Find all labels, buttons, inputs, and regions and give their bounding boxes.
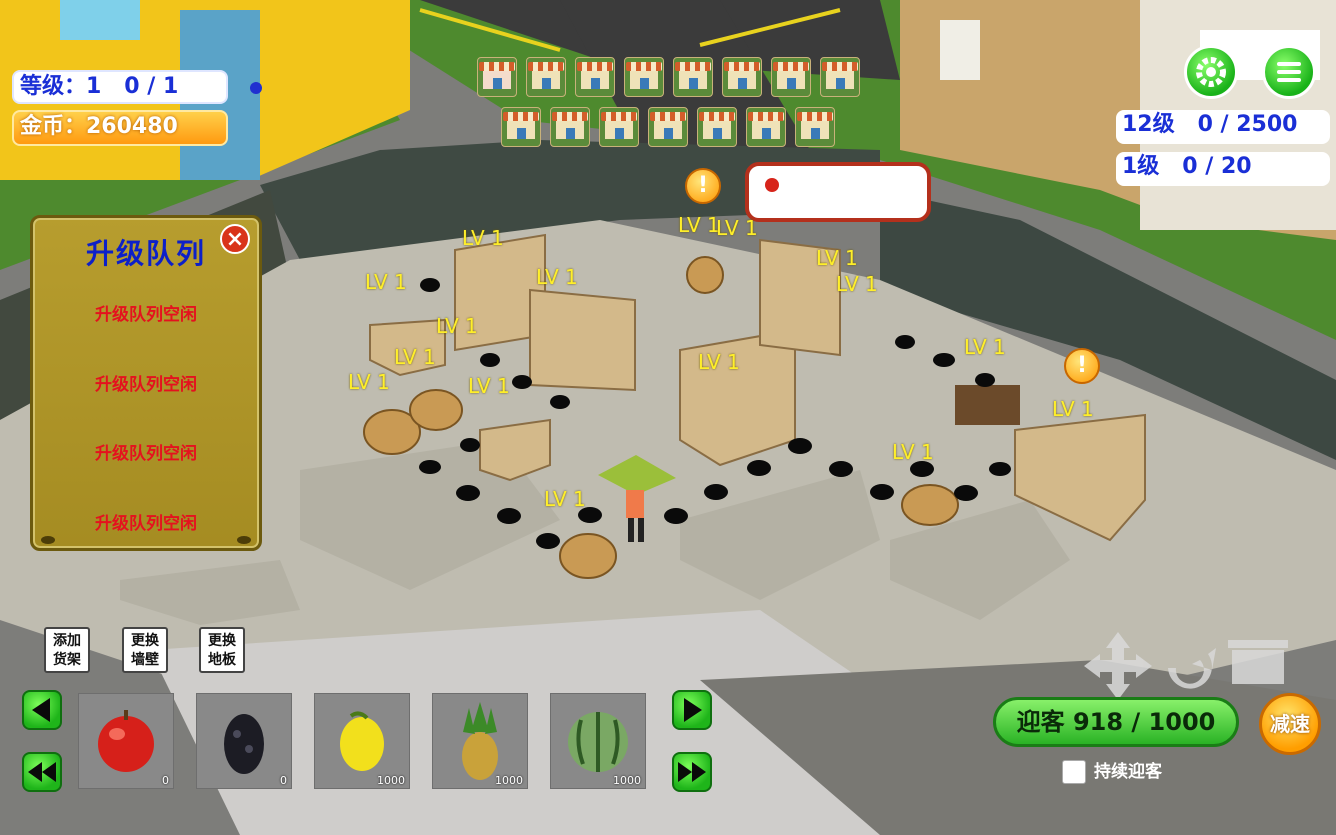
shelf-level-label: LV 1 <box>468 374 510 398</box>
shelf-level-label: LV 1 <box>462 226 504 250</box>
shop-stall-icon[interactable] <box>722 57 762 97</box>
close-icon[interactable]: × <box>220 224 250 254</box>
shop-stall-icon[interactable] <box>550 107 590 147</box>
shop-stall-icon[interactable] <box>820 57 860 97</box>
shelf-level-label: LV 1 <box>816 246 858 270</box>
apple-icon <box>765 178 779 192</box>
alert-icon[interactable]: ! <box>685 168 721 204</box>
queue-slot: 升级队列空闲 <box>95 444 197 464</box>
shop-stall-icon[interactable] <box>501 107 541 147</box>
level-indicator-dot <box>250 82 262 94</box>
welcome-customers-button[interactable]: 迎客 918 / 1000 <box>993 697 1239 747</box>
last-page-icon[interactable] <box>672 752 712 792</box>
queue-slot: 升级队列空闲 <box>95 305 197 325</box>
next-arrow-icon[interactable] <box>672 690 712 730</box>
fruit-slot-watermelon[interactable]: 1000 <box>550 693 646 789</box>
shop-stall-icon[interactable] <box>795 107 835 147</box>
first-page-icon[interactable] <box>22 752 62 792</box>
shop-stall-icon[interactable] <box>477 57 517 97</box>
fruit-slot-apple[interactable]: 0 <box>78 693 174 789</box>
shop-stall-icon[interactable] <box>673 57 713 97</box>
continuous-welcome-checkbox[interactable] <box>1062 760 1086 784</box>
shop-stall-icon[interactable] <box>599 107 639 147</box>
fruit-slot-pineapple[interactable]: 1000 <box>432 693 528 789</box>
fruit-count: 1000 <box>377 774 405 787</box>
queue-slot: 升级队列空闲 <box>95 375 197 395</box>
apple-icon <box>98 710 154 772</box>
shop-stall-icon[interactable] <box>771 57 811 97</box>
shelf-level-label: LV 1 <box>348 370 390 394</box>
fruit-count: 1000 <box>613 774 641 787</box>
blackberry-icon <box>224 714 264 774</box>
alert-icon[interactable]: ! <box>1064 348 1100 384</box>
request-bubble <box>745 162 931 222</box>
shelf-level-label: LV 1 <box>536 265 578 289</box>
shop-stall-icon[interactable] <box>624 57 664 97</box>
shop-stall-icon[interactable] <box>746 107 786 147</box>
panel-rivet <box>237 536 251 544</box>
fruit-count: 0 <box>162 774 169 787</box>
fruit-count: 0 <box>280 774 287 787</box>
shelf-level-label: LV 1 <box>678 213 720 237</box>
shelf-level-label: LV 1 <box>1052 397 1094 421</box>
shelf-level-label: LV 1 <box>892 440 934 464</box>
shop-stall-icon[interactable] <box>648 107 688 147</box>
queue-slot: 升级队列空闲 <box>95 514 197 534</box>
add-shelf-button[interactable]: 添加 货架 <box>44 627 90 673</box>
shelf-level-label: LV 1 <box>964 335 1006 359</box>
stat-level-12: 12级 0 / 2500 <box>1116 110 1330 144</box>
continuous-welcome-label: 持续迎客 <box>1094 762 1162 782</box>
level-display: 等级：1 0 / 1 <box>12 70 228 104</box>
settings-gear-icon[interactable] <box>1184 45 1238 99</box>
shop-stall-icon[interactable] <box>526 57 566 97</box>
shelf-level-label: LV 1 <box>394 345 436 369</box>
shelf-level-label: LV 1 <box>836 272 878 296</box>
fruit-slot-lemon[interactable]: 1000 <box>314 693 410 789</box>
shelf-level-label: LV 1 <box>716 216 758 240</box>
shelf-level-label: LV 1 <box>698 350 740 374</box>
shelf-level-label: LV 1 <box>365 270 407 294</box>
change-floor-button[interactable]: 更换 地板 <box>199 627 245 673</box>
fruit-slot-blackberry[interactable]: 0 <box>196 693 292 789</box>
panel-rivet <box>41 536 55 544</box>
slow-down-button[interactable]: 减速 <box>1259 693 1321 755</box>
change-wall-button[interactable]: 更换 墙壁 <box>122 627 168 673</box>
shelf-level-label: LV 1 <box>544 487 586 511</box>
shop-stall-icon[interactable] <box>575 57 615 97</box>
prev-arrow-icon[interactable] <box>22 690 62 730</box>
upgrade-queue-panel: 升级队列 升级队列空闲 升级队列空闲 升级队列空闲 升级队列空闲 <box>30 215 262 551</box>
shop-stall-icon[interactable] <box>697 107 737 147</box>
fruit-count: 1000 <box>495 774 523 787</box>
menu-icon[interactable] <box>1262 45 1316 99</box>
shelf-level-label: LV 1 <box>436 314 478 338</box>
coins-display: 金币：260480 <box>12 110 228 146</box>
stat-level-1: 1级 0 / 20 <box>1116 152 1330 186</box>
